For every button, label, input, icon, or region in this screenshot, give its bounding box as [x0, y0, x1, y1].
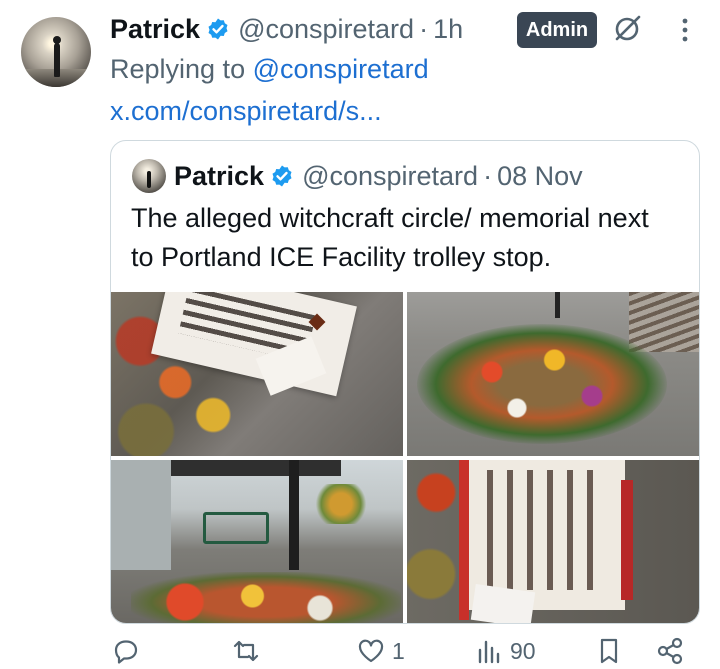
retweet-button[interactable] — [231, 636, 267, 666]
post-header: Patrick @conspiretard · 1h — [110, 10, 463, 48]
more-options-icon[interactable] — [672, 17, 698, 43]
quoted-post-header: Patrick @conspiretard · 08 Nov — [174, 155, 583, 197]
quoted-post[interactable]: Patrick @conspiretard · 08 Nov The alleg… — [110, 140, 700, 624]
quoted-author-handle[interactable]: @conspiretard — [302, 161, 478, 192]
bookmark-icon — [600, 638, 618, 664]
bookmark-button[interactable] — [594, 636, 624, 666]
share-button[interactable] — [655, 636, 685, 666]
views-icon — [478, 640, 500, 664]
photo-flower-circle[interactable] — [407, 292, 699, 456]
quoted-author-name[interactable]: Patrick — [174, 161, 264, 192]
author-avatar[interactable] — [21, 17, 91, 87]
admin-badge: Admin — [517, 12, 597, 48]
replying-prefix: Replying to — [110, 54, 246, 84]
quoted-post-date[interactable]: 08 Nov — [497, 161, 583, 192]
post-time[interactable]: 1h — [433, 14, 463, 45]
quoted-post-text: The alleged witchcraft circle/ memorial … — [131, 203, 649, 272]
quoted-header-separator: · — [483, 160, 493, 191]
action-bar: 1 90 — [0, 636, 720, 669]
author-name[interactable]: Patrick — [110, 14, 200, 45]
post-link[interactable]: x.com/conspiretard/s... — [110, 96, 382, 127]
like-count: 1 — [392, 637, 405, 664]
grok-icon[interactable] — [610, 12, 644, 46]
views-count: 90 — [510, 637, 536, 664]
replying-to-line: Replying to @conspiretard — [110, 54, 429, 85]
photo-memorial-sign-closeup[interactable] — [111, 292, 403, 456]
reply-icon — [114, 640, 138, 664]
verified-badge-icon — [272, 165, 292, 187]
author-handle[interactable]: @conspiretard — [238, 14, 414, 45]
reply-button[interactable] — [111, 636, 147, 666]
views-button[interactable]: 90 — [474, 636, 536, 666]
retweet-icon — [233, 640, 259, 662]
photo-reserved-sign[interactable] — [407, 460, 699, 623]
like-button[interactable]: 1 — [356, 636, 405, 666]
header-separator: · — [419, 13, 429, 44]
photo-trolley-stop[interactable] — [111, 460, 403, 623]
share-icon — [657, 637, 683, 665]
replying-mention-link[interactable]: @conspiretard — [253, 54, 429, 84]
heart-icon — [358, 639, 384, 663]
quoted-author-avatar[interactable] — [132, 159, 166, 193]
verified-badge-icon — [208, 18, 228, 40]
